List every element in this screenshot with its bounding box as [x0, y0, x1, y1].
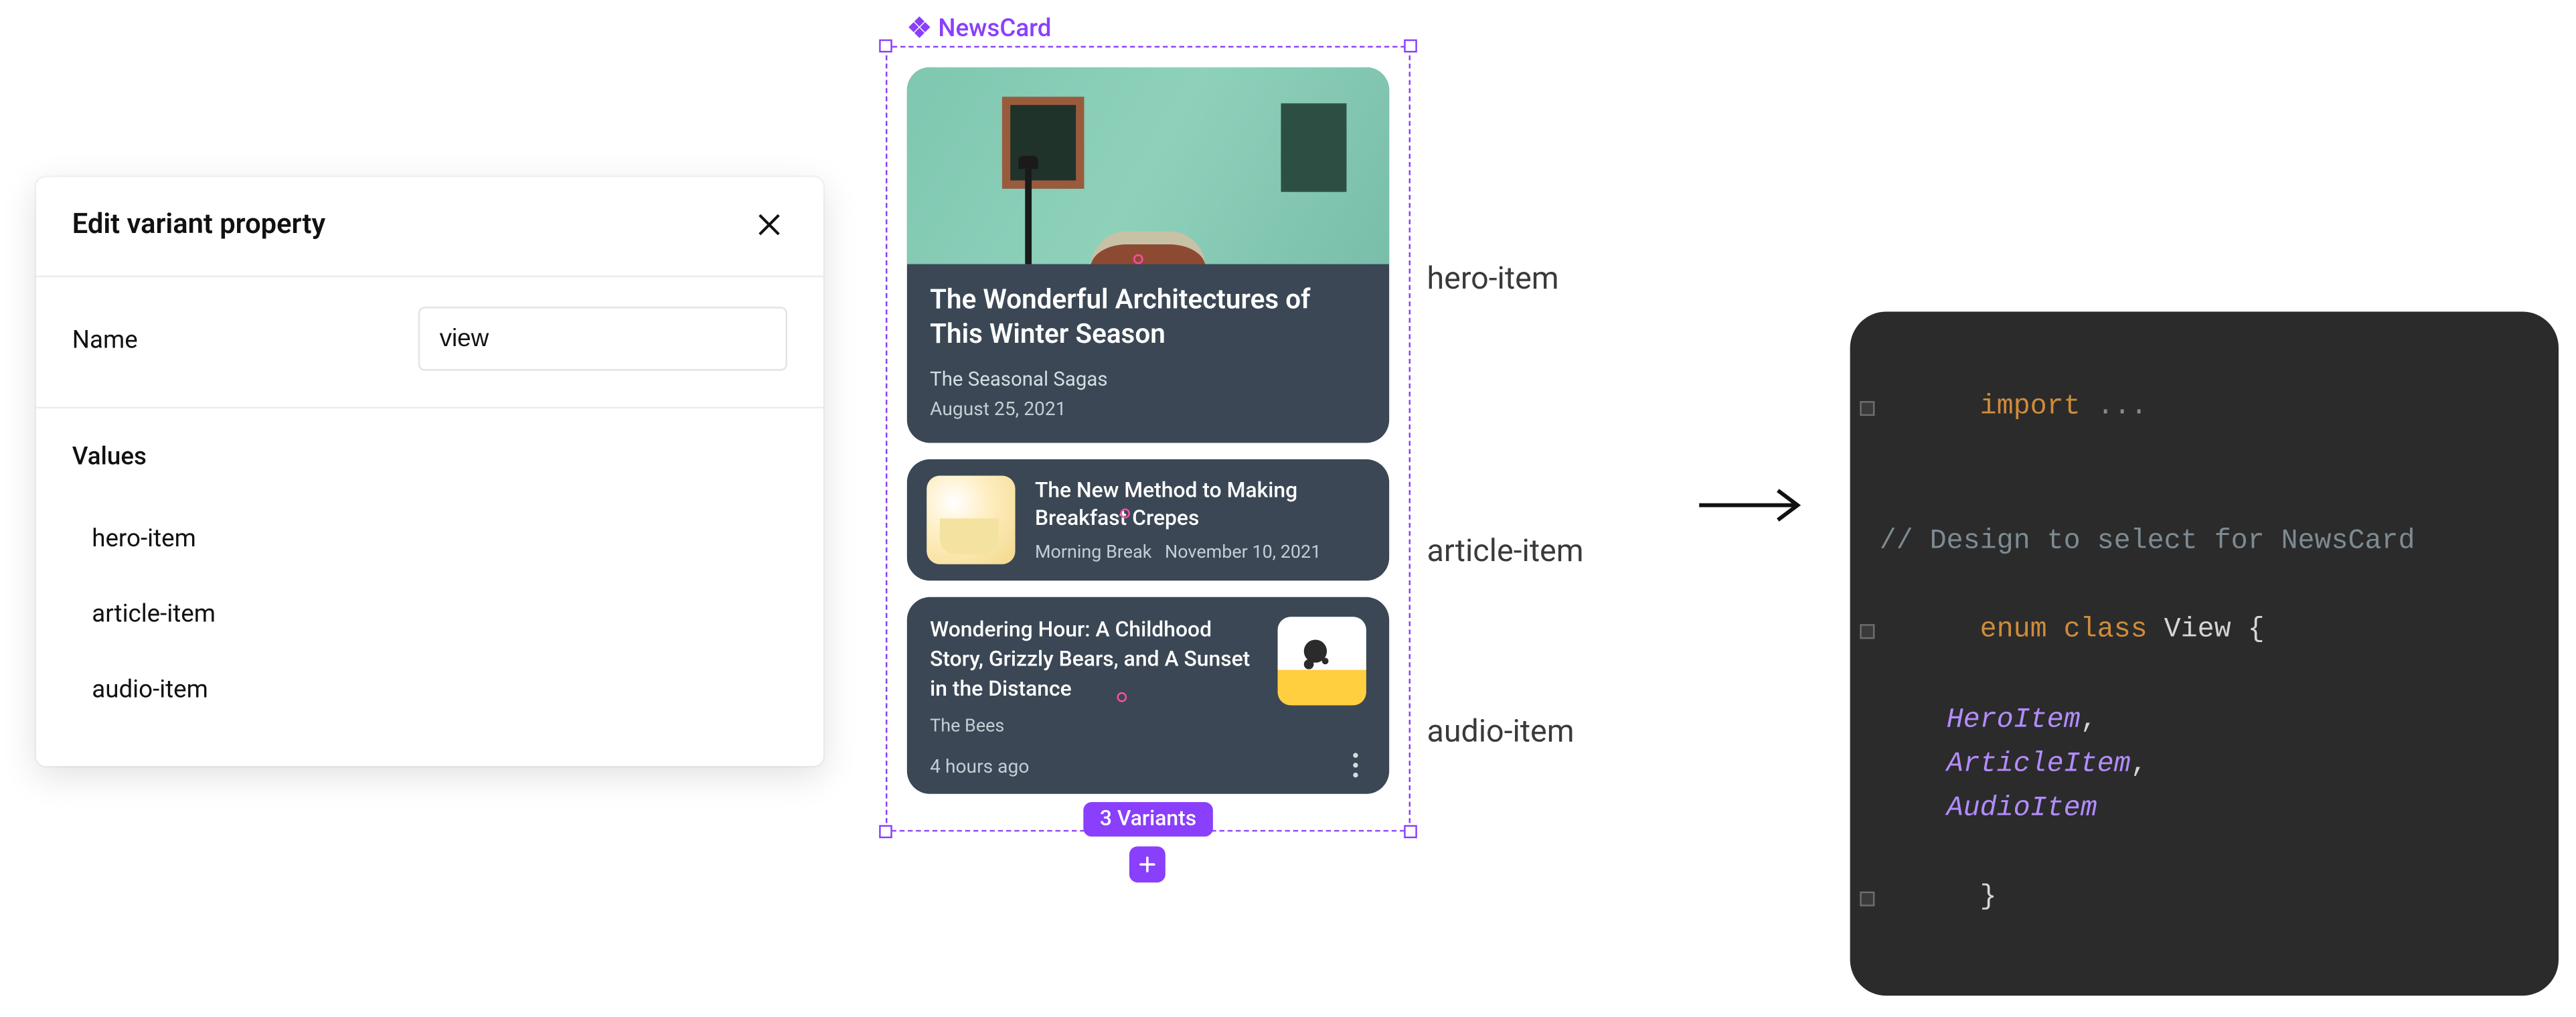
plus-icon — [1137, 854, 1159, 876]
selection-frame[interactable]: The Wonderful Architectures of This Wint… — [886, 46, 1411, 833]
value-item-article[interactable]: article-item — [72, 576, 787, 651]
article-title: The New Method to Making Breakfast Crepe… — [1035, 477, 1370, 535]
code-line-member: AudioItem — [1866, 787, 2539, 832]
name-input[interactable] — [418, 307, 787, 371]
article-date: November 10, 2021 — [1165, 541, 1321, 562]
panel-title: Edit variant property — [72, 208, 325, 241]
selection-handle-tl[interactable] — [879, 40, 892, 53]
code-line-enum: enum class View { — [1866, 564, 2539, 698]
audio-image — [1278, 617, 1366, 705]
code-line-comment: // Design to select for NewsCard — [1866, 520, 2539, 564]
marker-icon — [1133, 254, 1143, 264]
more-button[interactable] — [1344, 754, 1366, 779]
values-heading: Values — [72, 441, 787, 471]
close-button[interactable] — [751, 207, 787, 243]
arrow-icon — [1696, 485, 1811, 525]
code-line-import: import ... — [1866, 341, 2539, 475]
newscard-article-variant[interactable]: The New Method to Making Breakfast Crepe… — [907, 459, 1389, 580]
audio-author: The Bees — [930, 716, 1258, 737]
newscard-hero-variant[interactable]: The Wonderful Architectures of This Wint… — [907, 67, 1389, 443]
canvas-area: NewsCard The Wonderful Architectures of … — [886, 13, 1411, 833]
add-variant-button[interactable] — [1130, 847, 1166, 883]
code-block: import ... // Design to select for NewsC… — [1850, 312, 2559, 996]
component-name: NewsCard — [938, 13, 1051, 43]
component-label[interactable]: NewsCard — [908, 13, 1411, 43]
selection-handle-tr[interactable] — [1404, 40, 1417, 53]
hero-title: The Wonderful Architectures of This Wint… — [930, 284, 1366, 354]
article-variant-label: article-item — [1427, 532, 1584, 569]
name-label: Name — [72, 324, 396, 354]
hero-subtitle: The Seasonal Sagas — [930, 367, 1366, 390]
article-source: Morning Break — [1035, 541, 1151, 562]
variants-badge[interactable]: 3 Variants — [1083, 803, 1212, 837]
value-item-hero[interactable]: hero-item — [72, 500, 787, 576]
fold-icon[interactable] — [1860, 400, 1874, 415]
value-item-audio[interactable]: audio-item — [72, 651, 787, 727]
values-section: Values hero-item article-item audio-item — [36, 408, 823, 766]
fold-icon[interactable] — [1860, 624, 1874, 639]
selection-handle-bl[interactable] — [879, 826, 892, 839]
audio-time: 4 hours ago — [930, 755, 1029, 777]
selection-handle-br[interactable] — [1404, 826, 1417, 839]
marker-icon — [1120, 508, 1130, 518]
edit-variant-panel: Edit variant property Name Values hero-i… — [36, 177, 823, 767]
panel-header: Edit variant property — [36, 177, 823, 277]
audio-title: Wondering Hour: A Childhood Story, Grizz… — [930, 617, 1258, 706]
fold-icon[interactable] — [1860, 891, 1874, 906]
component-icon — [908, 17, 931, 40]
article-image — [927, 475, 1015, 564]
hero-image — [907, 67, 1389, 264]
newscard-audio-variant[interactable]: Wondering Hour: A Childhood Story, Grizz… — [907, 597, 1389, 794]
code-line-member: ArticleItem, — [1866, 742, 2539, 787]
code-line-member: HeroItem, — [1866, 698, 2539, 742]
code-line-close: } — [1866, 832, 2539, 965]
close-icon — [753, 208, 786, 241]
name-row: Name — [36, 277, 823, 408]
marker-icon — [1117, 692, 1127, 702]
hero-date: August 25, 2021 — [930, 397, 1366, 420]
hero-variant-label: hero-item — [1427, 259, 1559, 297]
audio-variant-label: audio-item — [1427, 712, 1575, 749]
